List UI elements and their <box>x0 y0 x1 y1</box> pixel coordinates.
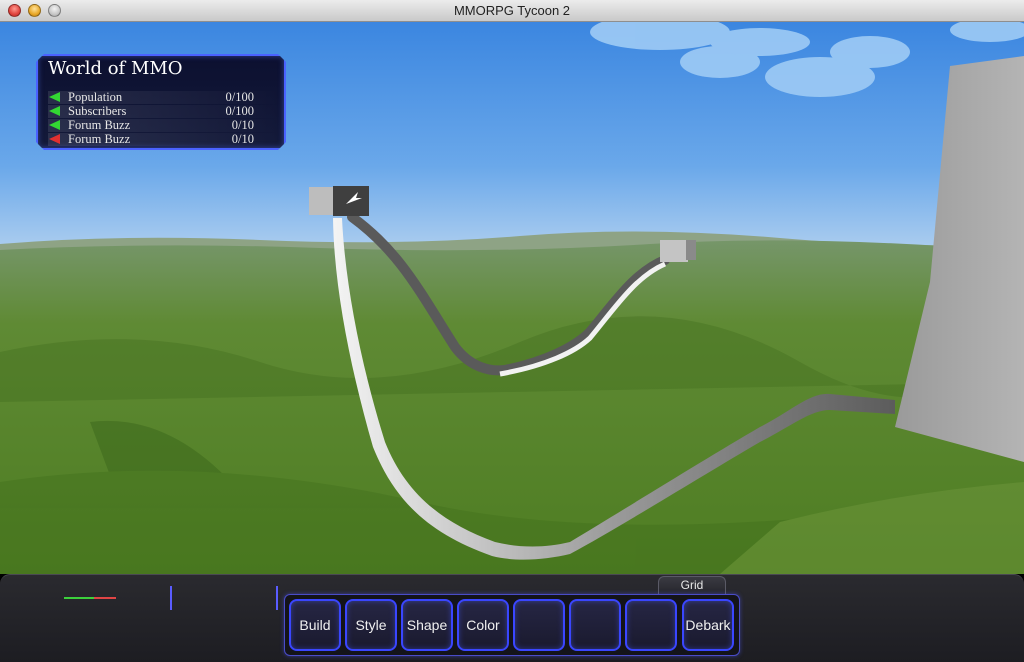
stat-row-forum-buzz: Forum Buzz 0/10 <box>48 119 280 132</box>
shape-button[interactable]: Shape <box>401 599 453 651</box>
divider-tick <box>276 586 278 610</box>
stat-row-population: Population 0/100 <box>48 91 280 104</box>
stat-value: 0/100 <box>225 90 254 104</box>
track-start-block[interactable] <box>309 187 335 215</box>
stat-label: Subscribers <box>68 104 127 118</box>
minimap-line-green <box>64 597 94 599</box>
grid-tab[interactable]: Grid <box>658 576 726 594</box>
trend-up-arrow-icon <box>49 106 60 116</box>
stat-row-subscribers: Subscribers 0/100 <box>48 105 280 118</box>
stat-label: Forum Buzz <box>68 118 131 132</box>
stat-label: Forum Buzz <box>68 132 131 146</box>
window-titlebar: MMORPG Tycoon 2 <box>0 0 1024 22</box>
minimap-line-red <box>94 597 116 599</box>
stat-value: 0/10 <box>231 132 254 146</box>
divider-tick <box>170 586 172 610</box>
stat-label: Population <box>68 90 123 104</box>
world-stats-panel: World of MMO Population 0/100 Subscriber… <box>36 54 286 150</box>
stat-row-forum-buzz-down: Forum Buzz 0/10 <box>48 133 280 146</box>
track-end-block-side <box>686 240 696 260</box>
trend-up-arrow-icon <box>49 92 60 102</box>
color-button[interactable]: Color <box>457 599 509 651</box>
stat-value: 0/100 <box>225 104 254 118</box>
empty-slot-button[interactable] <box>625 599 677 651</box>
debark-button[interactable]: Debark <box>682 599 734 651</box>
trend-up-arrow-icon <box>49 120 60 130</box>
track-end-block[interactable] <box>660 240 688 262</box>
empty-slot-button[interactable] <box>569 599 621 651</box>
trend-down-arrow-icon <box>49 134 60 144</box>
world-name: World of MMO <box>48 58 183 79</box>
stat-value: 0/10 <box>231 118 254 132</box>
build-button[interactable]: Build <box>289 599 341 651</box>
style-button[interactable]: Style <box>345 599 397 651</box>
empty-slot-button[interactable] <box>513 599 565 651</box>
window-title: MMORPG Tycoon 2 <box>453 3 571 18</box>
